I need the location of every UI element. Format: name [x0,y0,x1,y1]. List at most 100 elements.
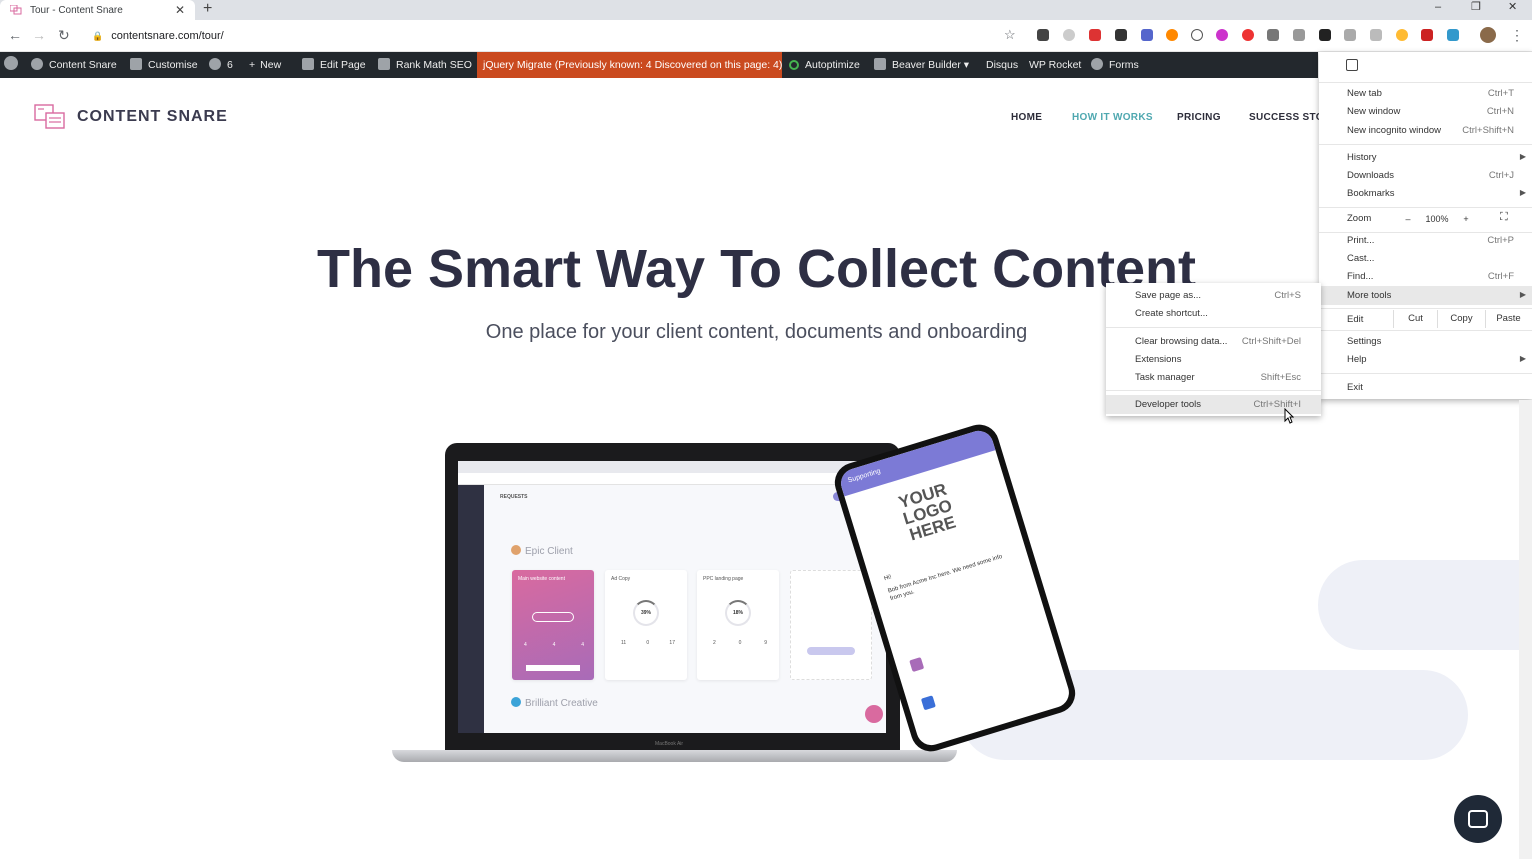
back-icon[interactable]: ← [8,27,22,43]
wordpress-icon[interactable] [4,52,24,78]
extension-icon[interactable] [1141,29,1153,41]
edit-paste-button[interactable]: Paste [1485,310,1531,328]
menu-bookmarks[interactable]: Bookmarks [1347,188,1395,199]
menu-shortcut: Ctrl+N [1486,106,1514,117]
new-tab-button[interactable]: + [203,0,212,18]
menu-exit[interactable]: Exit [1347,382,1363,393]
extension-icon[interactable] [1293,29,1305,41]
avatar[interactable] [1480,27,1496,43]
wp-autoptimize[interactable]: Autoptimize [789,52,860,78]
chat-launcher-button[interactable] [1454,795,1502,843]
lock-icon: 🔒 [92,30,104,41]
reload-icon[interactable]: ↻ [58,27,70,44]
extension-icon[interactable] [1037,29,1049,41]
tab-title: Tour - Content Snare [30,4,123,16]
extension-icon[interactable] [1089,29,1101,41]
mock-card: Ad Copy 39% 11 0 17 [605,570,687,680]
menu-downloads[interactable]: Downloads [1347,170,1394,181]
zoom-level: 100% [1425,214,1449,224]
extension-icon[interactable] [1447,29,1459,41]
wp-customise[interactable]: Customise [130,52,198,78]
extension-icon[interactable] [1216,29,1228,41]
wp-beaver-builder[interactable]: Beaver Builder ▾ [874,52,969,78]
menu-new-tab[interactable]: New tab [1347,88,1382,99]
menu-shortcut: Ctrl+S [1274,290,1301,301]
menu-help[interactable]: Help [1347,354,1367,365]
jquery-migrate-badge[interactable]: jQuery Migrate (Previously known: 4 Disc… [477,52,782,78]
content-snare-logo-icon[interactable] [34,104,66,130]
submenu-create-shortcut[interactable]: Create shortcut... [1135,308,1208,319]
close-window-button[interactable]: ✕ [1508,0,1517,14]
submenu-task-manager[interactable]: Task manager [1135,372,1195,383]
wp-new[interactable]: + New [249,52,281,78]
menu-extension-icon[interactable] [1346,59,1358,71]
menu-cast[interactable]: Cast... [1347,253,1374,264]
extension-icon[interactable] [1370,29,1382,41]
nav-how-it-works[interactable]: HOW IT WORKS [1072,112,1153,123]
submenu-arrow-icon: ▶ [1519,152,1526,161]
menu-new-incognito[interactable]: New incognito window [1347,125,1441,136]
menu-more-tools[interactable]: More tools [1347,290,1391,301]
decorative-shape [1318,560,1532,650]
mock-sidebar [458,485,484,733]
wp-rank-math[interactable]: Rank Math SEO [378,52,472,78]
extension-icon[interactable] [1242,29,1254,41]
menu-print[interactable]: Print... [1347,235,1374,246]
kebab-menu-icon[interactable]: ⋮ [1510,27,1524,44]
zoom-in-button[interactable]: + [1457,211,1475,229]
wp-rocket[interactable]: WP Rocket [1029,52,1081,78]
extension-icon[interactable] [1344,29,1356,41]
submenu-save-page[interactable]: Save page as... [1135,290,1201,301]
extension-icon[interactable] [1166,29,1178,41]
fullscreen-icon[interactable]: ⛶ [1500,211,1508,224]
mouse-cursor-icon [1284,408,1294,424]
mock-requests-label: REQUESTS [500,494,528,500]
wp-forms[interactable]: Forms [1091,52,1139,78]
nav-pricing[interactable]: PRICING [1177,112,1221,123]
menu-new-window[interactable]: New window [1347,106,1400,117]
menu-shortcut: Ctrl+Shift+N [1462,125,1514,136]
submenu-clear-browsing-data[interactable]: Clear browsing data... [1135,336,1227,347]
calendar-icon [909,657,925,673]
site-logo-text[interactable]: CONTENT SNARE [77,108,228,126]
submenu-developer-tools[interactable]: Developer tools [1135,399,1201,410]
extension-icon[interactable] [1191,29,1203,41]
extension-icon[interactable] [1396,29,1408,41]
zoom-out-button[interactable]: – [1399,211,1417,229]
menu-settings[interactable]: Settings [1347,336,1381,347]
extension-icon[interactable] [1421,29,1433,41]
extension-icon[interactable] [1063,29,1075,41]
wp-site-name[interactable]: Content Snare [31,52,117,78]
minimize-button[interactable]: – [1435,0,1441,14]
edit-cut-button[interactable]: Cut [1393,310,1437,328]
submenu-arrow-icon: ▶ [1519,354,1526,363]
tab-close-icon[interactable]: ✕ [175,3,185,17]
star-icon[interactable]: ☆ [1004,27,1016,43]
menu-history[interactable]: History [1347,152,1377,163]
chrome-menu: New tab Ctrl+T New window Ctrl+N New inc… [1319,52,1532,399]
wp-disqus[interactable]: Disqus [986,52,1018,78]
submenu-arrow-icon: ▶ [1519,188,1526,197]
browser-tab[interactable]: Tour - Content Snare ✕ [0,0,195,20]
menu-find[interactable]: Find... [1347,271,1373,282]
mock-client-label: Epic Client [511,545,573,557]
wp-updates[interactable]: 6 [209,52,233,78]
extension-icon[interactable] [1115,29,1127,41]
url-text: contentsnare.com/tour/ [111,30,224,42]
edit-copy-button[interactable]: Copy [1437,310,1485,328]
wp-edit-page[interactable]: Edit Page [302,52,366,78]
menu-edit-label: Edit [1347,314,1364,325]
mock-empty-card [790,570,872,680]
mock-chat-bubble [865,705,883,723]
forward-icon[interactable]: → [32,27,46,43]
page-scrollbar[interactable] [1519,400,1532,859]
nav-home[interactable]: HOME [1011,112,1042,123]
chat-icon [1468,810,1488,828]
extension-icon[interactable] [1319,29,1331,41]
address-bar[interactable]: 🔒 contentsnare.com/tour/ [84,25,1024,47]
restore-button[interactable]: ❐ [1471,0,1481,14]
extension-icon[interactable] [1267,29,1279,41]
submenu-extensions[interactable]: Extensions [1135,354,1181,365]
submenu-arrow-icon: ▶ [1519,290,1526,299]
mock-client-label: Brilliant Creative [511,697,598,709]
